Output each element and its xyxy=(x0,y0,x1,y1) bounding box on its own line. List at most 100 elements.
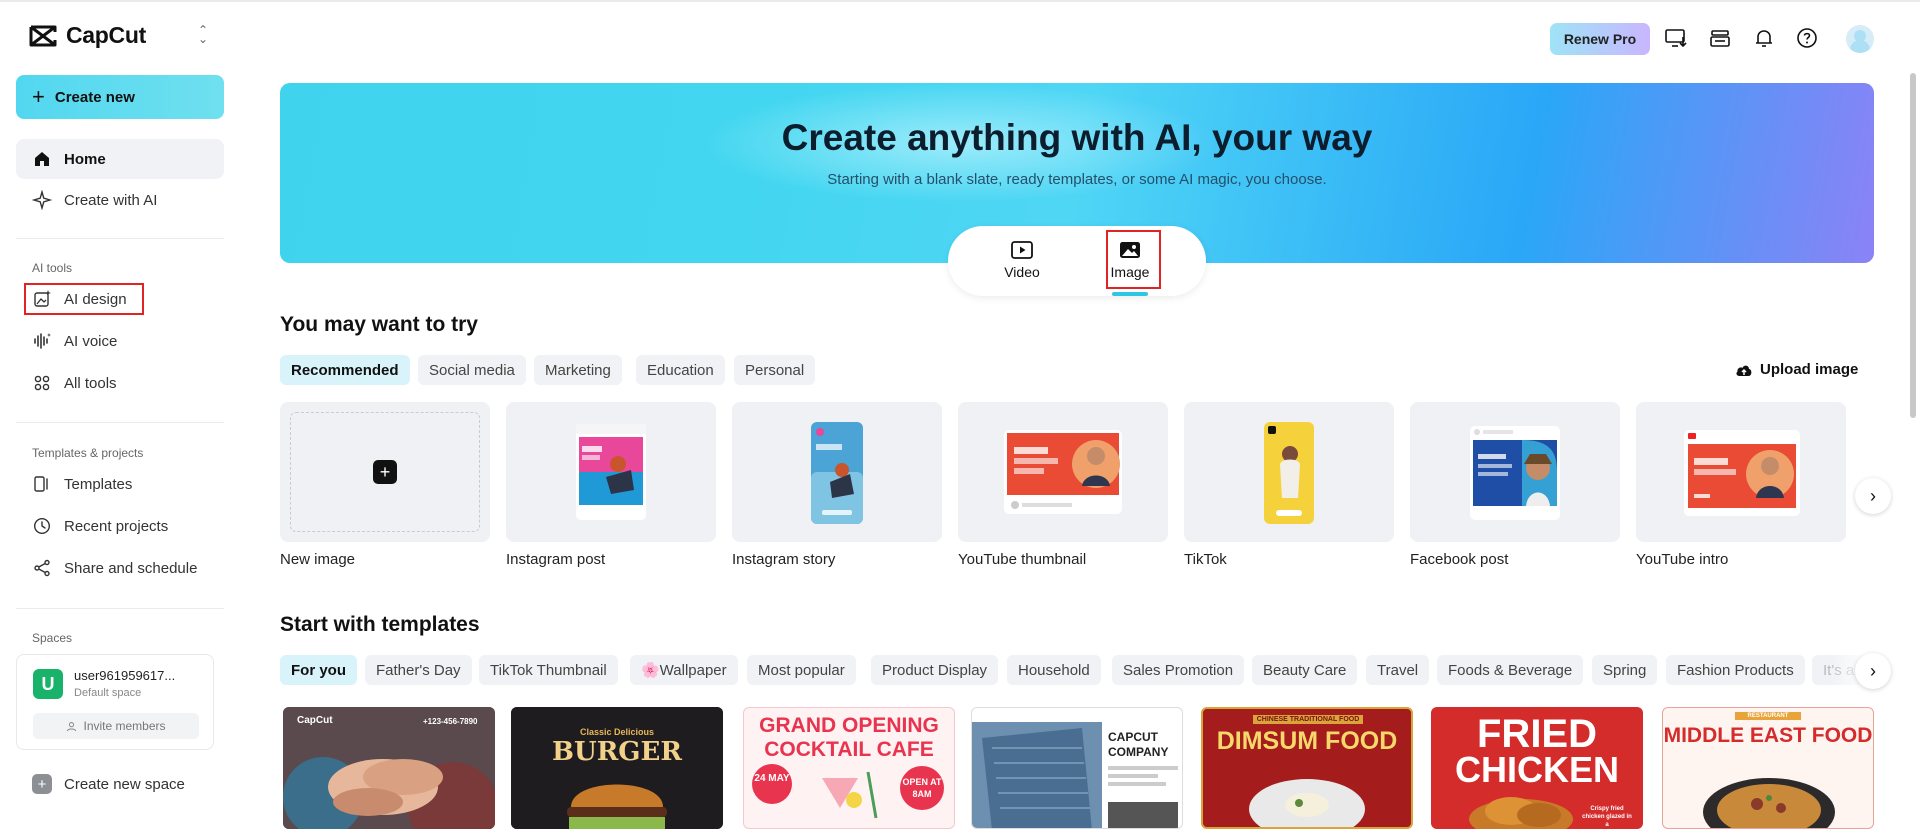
capcut-logo[interactable]: CapCut xyxy=(28,22,146,49)
templates-icon xyxy=(34,476,48,492)
stack-icon[interactable] xyxy=(1708,26,1732,50)
card-new-image[interactable]: + xyxy=(280,402,490,542)
templates-chips-next-button[interactable]: › xyxy=(1855,653,1891,689)
invite-members-label: Invite members xyxy=(83,719,166,733)
tpl-kicker: Classic Delicious xyxy=(579,727,655,737)
page-scrollbar[interactable] xyxy=(1910,73,1916,418)
card-tiktok[interactable] xyxy=(1184,402,1394,542)
create-new-button[interactable]: + Create new xyxy=(16,75,224,119)
space-avatar: U xyxy=(33,669,63,699)
chip-beauty-care[interactable]: Beauty Care xyxy=(1252,655,1358,685)
chip-for-you[interactable]: For you xyxy=(280,655,357,685)
sidebar-divider xyxy=(16,238,224,239)
sidebar-item-recent-projects[interactable]: Recent projects xyxy=(16,506,224,546)
home-icon xyxy=(35,152,49,166)
chip-travel[interactable]: Travel xyxy=(1366,655,1430,685)
chip-product-display[interactable]: Product Display xyxy=(871,655,999,685)
card-label: Facebook post xyxy=(1410,551,1509,568)
chip-recommended[interactable]: Recommended xyxy=(280,355,410,385)
section-title-templates: Start with templates xyxy=(280,613,480,636)
chip-foods-beverage[interactable]: Foods & Beverage xyxy=(1437,655,1584,685)
tpl-sub: Crispy fried chicken glazed in a xyxy=(1582,806,1632,828)
sidebar-item-home[interactable]: Home xyxy=(16,139,224,179)
chip-wallpaper[interactable]: 🌸Wallpaper xyxy=(630,655,738,685)
tpl-phone: +123-456-7890 xyxy=(423,717,478,726)
help-icon[interactable] xyxy=(1795,26,1819,50)
renew-pro-button[interactable]: Renew Pro xyxy=(1550,23,1650,55)
sidebar-item-all-tools[interactable]: All tools xyxy=(16,363,224,403)
hero-subtitle: Starting with a blank slate, ready templ… xyxy=(827,171,1327,188)
section-label-spaces: Spaces xyxy=(32,631,73,645)
sidebar-divider xyxy=(16,422,224,423)
tpl-brand: CapCut xyxy=(297,715,333,726)
template-card[interactable]: CHINESE TRADITIONAL FOOD DIMSUM FOOD xyxy=(1201,707,1413,829)
user-icon xyxy=(67,721,77,731)
sidebar-item-label: Share and schedule xyxy=(64,559,198,577)
card-label: Instagram story xyxy=(732,551,836,568)
user-avatar[interactable] xyxy=(1846,25,1874,53)
media-type-toggle: Video Image xyxy=(948,226,1206,296)
tab-video[interactable]: Video xyxy=(992,240,1052,280)
section-label-ai-tools: AI tools xyxy=(32,261,73,275)
template-card[interactable]: CapCut +123-456-7890 xyxy=(283,707,495,829)
desktop-download-icon[interactable] xyxy=(1664,26,1688,50)
sidebar-item-label: AI voice xyxy=(64,332,118,350)
bell-icon[interactable] xyxy=(1752,26,1776,50)
chip-most-popular[interactable]: Most popular xyxy=(747,655,856,685)
card-label: TikTok xyxy=(1184,551,1227,568)
create-new-space-button[interactable]: + Create new space xyxy=(32,774,185,794)
facebook-post-thumbnail xyxy=(1470,426,1560,520)
sidebar-item-create-with-ai[interactable]: Create with AI xyxy=(16,180,224,220)
chip-household[interactable]: Household xyxy=(1007,655,1101,685)
try-carousel-next-button[interactable]: › xyxy=(1855,478,1891,514)
template-card[interactable]: FRIED CHICKEN Crispy fried chicken glaze… xyxy=(1431,707,1643,829)
template-card[interactable]: CAPCUT COMPANY xyxy=(971,707,1183,829)
chip-fathers-day[interactable]: Father's Day xyxy=(365,655,472,685)
create-new-space-label: Create new space xyxy=(64,775,185,793)
tiktok-thumbnail xyxy=(1264,422,1314,524)
chip-sales-promotion[interactable]: Sales Promotion xyxy=(1112,655,1245,685)
chip-education[interactable]: Education xyxy=(636,355,725,385)
space-card[interactable]: U user961959617... Default space Invite … xyxy=(16,654,214,750)
chip-spring[interactable]: Spring xyxy=(1592,655,1658,685)
capcut-logo-icon xyxy=(29,25,57,46)
sidebar-item-ai-voice[interactable]: AI voice xyxy=(16,321,224,361)
plus-icon: + xyxy=(373,460,397,484)
chip-tiktok-thumbnail[interactable]: TikTok Thumbnail xyxy=(479,655,618,685)
chip-social-media[interactable]: Social media xyxy=(418,355,526,385)
sidebar-item-label: Home xyxy=(64,150,106,168)
card-instagram-post[interactable] xyxy=(506,402,716,542)
card-label: YouTube intro xyxy=(1636,551,1729,568)
card-label: Instagram post xyxy=(506,551,606,568)
plus-square-icon: + xyxy=(32,774,52,794)
chip-marketing[interactable]: Marketing xyxy=(534,355,622,385)
template-card[interactable]: GRAND OPENING COCKTAIL CAFE 24 MAY OPEN … xyxy=(743,707,955,829)
hero-title: Create anything with AI, your way xyxy=(781,117,1373,158)
card-instagram-story[interactable] xyxy=(732,402,942,542)
sidebar-item-share-schedule[interactable]: Share and schedule xyxy=(16,548,224,588)
card-youtube-thumbnail[interactable] xyxy=(958,402,1168,542)
highlight-box-ai-design xyxy=(24,283,144,315)
upload-image-button[interactable]: Upload image xyxy=(1735,361,1858,378)
cloud-upload-icon xyxy=(1736,365,1752,376)
card-youtube-intro[interactable] xyxy=(1636,402,1846,542)
invite-members-button[interactable]: Invite members xyxy=(33,713,199,739)
upload-image-label: Upload image xyxy=(1760,361,1859,378)
sidebar-item-label: Create with AI xyxy=(64,191,158,209)
dimsum-plate-image xyxy=(1249,779,1365,827)
workspace-switch-icon[interactable]: ⌃ ⌄ xyxy=(198,24,208,45)
sidebar-divider xyxy=(16,608,224,609)
instagram-post-thumbnail xyxy=(576,424,646,520)
chip-fashion-products[interactable]: Fashion Products xyxy=(1666,655,1805,685)
share-icon xyxy=(34,559,50,577)
youtube-thumbnail-thumbnail xyxy=(1004,430,1122,514)
template-card[interactable]: RESTAURANT MIDDLE EAST FOOD xyxy=(1662,707,1874,829)
sidebar-item-templates[interactable]: Templates xyxy=(16,464,224,504)
chip-personal[interactable]: Personal xyxy=(734,355,816,385)
card-label: New image xyxy=(280,551,356,568)
middle-east-food-image xyxy=(1703,778,1835,828)
create-new-label: Create new xyxy=(54,88,135,106)
template-card[interactable]: Classic Delicious BURGER xyxy=(511,707,723,829)
sidebar-item-label: Templates xyxy=(64,475,133,493)
card-facebook-post[interactable] xyxy=(1410,402,1620,542)
